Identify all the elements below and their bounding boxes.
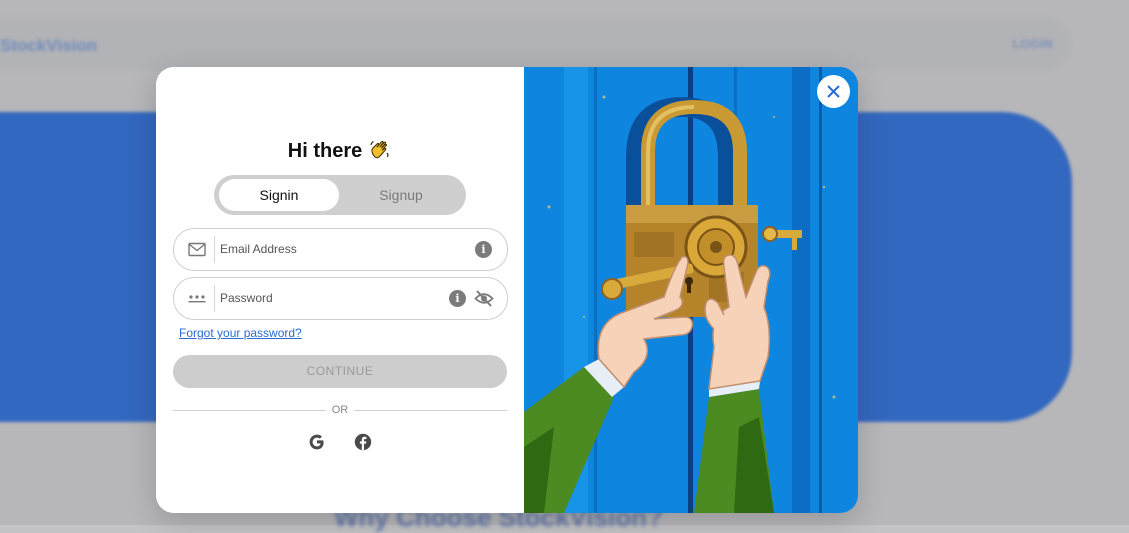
waving-hand-icon <box>370 140 389 159</box>
greeting-text: Hi there <box>287 140 363 162</box>
auth-mode-toggle: Signin Signup <box>214 175 466 215</box>
tab-signup[interactable]: Signup <box>341 179 461 211</box>
or-separator: OR <box>156 404 524 416</box>
hands-unlocking-padlock-image <box>524 67 858 513</box>
close-button[interactable] <box>817 75 850 108</box>
field-separator <box>214 285 215 312</box>
email-field[interactable]: Email Address i <box>173 228 508 271</box>
mail-icon <box>188 242 206 257</box>
padlock-illustration <box>524 67 858 513</box>
facebook-icon[interactable] <box>354 433 372 451</box>
continue-button[interactable]: CONTINUE <box>173 355 507 388</box>
field-separator <box>214 236 215 263</box>
email-placeholder: Email Address <box>220 242 297 256</box>
close-icon <box>827 85 840 98</box>
auth-modal: Hi there Signin Signup Email Address i P… <box>156 67 858 513</box>
google-icon[interactable] <box>308 433 326 451</box>
eye-off-icon[interactable] <box>474 289 494 308</box>
password-dots-icon <box>188 295 206 303</box>
password-info-icon[interactable]: i <box>449 290 466 307</box>
password-field[interactable]: Password i <box>173 277 508 320</box>
greeting-title: Hi there <box>156 137 524 163</box>
or-label: OR <box>325 404 355 416</box>
password-placeholder: Password <box>220 291 273 305</box>
auth-form-pane: Hi there Signin Signup Email Address i P… <box>156 67 524 513</box>
email-info-icon[interactable]: i <box>475 241 492 258</box>
tab-signin[interactable]: Signin <box>219 179 339 211</box>
forgot-password-link[interactable]: Forgot your password? <box>179 326 302 340</box>
